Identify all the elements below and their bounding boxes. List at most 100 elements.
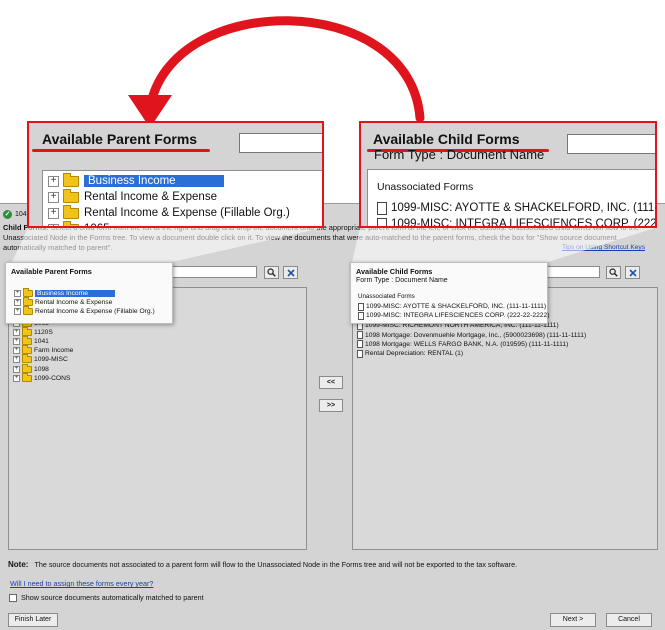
- folder-icon: [22, 336, 32, 346]
- next-button[interactable]: Next >: [550, 613, 596, 627]
- tree-item-label: Farm Income: [34, 347, 74, 355]
- tree-item[interactable]: + Rental Income & Expense: [14, 297, 155, 307]
- mini-child-title: Available Child Forms: [356, 267, 433, 276]
- expand-icon[interactable]: +: [13, 374, 20, 382]
- child-mini-callout: Available Child Forms Form Type : Docume…: [350, 262, 549, 324]
- child-forms-callout: Available Child Forms Form Type : Docume…: [359, 121, 657, 228]
- cancel-button[interactable]: Cancel: [606, 613, 652, 627]
- document-icon: [377, 201, 387, 215]
- tree-item-label: Rental Income & Expense (Fillable Org.): [35, 308, 155, 316]
- child-clear-button[interactable]: [625, 266, 640, 279]
- tree-item[interactable]: +1120S: [13, 326, 306, 337]
- expand-icon[interactable]: +: [13, 338, 20, 346]
- tree-item-label: 1099-MISC: [34, 356, 68, 364]
- show-matched-option[interactable]: Show source documents automatically matc…: [9, 593, 204, 602]
- tree-item-label: 1120S: [34, 328, 53, 336]
- callout-parent-title: Available Parent Forms: [42, 131, 198, 147]
- tree-item[interactable]: +1099-CONS: [13, 372, 306, 383]
- mini-group-label: Unassociated Forms: [358, 293, 415, 300]
- move-right-button[interactable]: >>: [319, 399, 343, 412]
- expand-icon[interactable]: +: [14, 299, 21, 307]
- folder-icon: [22, 354, 32, 364]
- parent-forms-callout: Available Parent Forms + Business Income …: [27, 121, 324, 228]
- tree-item-label: Rental Income & Expense: [84, 191, 217, 203]
- expand-icon[interactable]: +: [13, 365, 20, 373]
- search-icon: [609, 268, 618, 277]
- tree-item[interactable]: + Rental Income & Expense: [48, 188, 322, 205]
- folder-icon: [63, 204, 79, 219]
- folder-icon: [22, 326, 32, 336]
- folder-icon: [63, 220, 79, 226]
- list-item[interactable]: Rental Depreciation: RENTAL (1): [357, 349, 657, 358]
- clear-icon: [628, 268, 637, 277]
- list-item-label: 1098 Mortgage: WELLS FARGO BANK, N.A. (0…: [365, 340, 569, 348]
- callout-child-subtitle: Form Type : Document Name: [374, 147, 545, 162]
- callout-child-list: Unassociated Forms 1099-MISC: AYOTTE & S…: [367, 169, 657, 228]
- check-icon: ✓: [3, 209, 12, 219]
- mini-parent-title: Available Parent Forms: [11, 267, 92, 276]
- assign-every-year-link[interactable]: Will I need to assign these forms every …: [10, 579, 153, 588]
- expand-icon[interactable]: +: [48, 207, 59, 219]
- list-item-label: 1099-MISC: INTEGRA LIFESCIENCES CORP. (2…: [391, 218, 657, 228]
- expand-icon[interactable]: +: [13, 356, 20, 364]
- tree-item-label: 1065: [84, 223, 110, 226]
- parent-forms-tree[interactable]: + Business Income + Rental Income & Expens…: [8, 287, 307, 550]
- callout-child-search: [567, 134, 655, 154]
- parent-search-button[interactable]: [264, 266, 279, 279]
- expand-icon[interactable]: +: [14, 290, 21, 298]
- folder-icon: [22, 363, 32, 373]
- tree-item[interactable]: +1099-MISC: [13, 354, 306, 364]
- document-icon: [357, 349, 363, 358]
- expand-icon[interactable]: +: [13, 347, 20, 355]
- expand-icon[interactable]: +: [48, 223, 59, 226]
- expand-icon[interactable]: +: [13, 328, 20, 336]
- list-item[interactable]: 1099-MISC: INTEGRA LIFESCIENCES CORP. (2…: [377, 216, 657, 228]
- document-icon: [377, 217, 387, 226]
- folder-icon: [22, 345, 32, 355]
- folder-icon: [63, 188, 79, 203]
- tree-item[interactable]: + Rental Income & Expense (Fillable Org.): [14, 306, 155, 316]
- child-search-button[interactable]: [606, 266, 621, 279]
- tree-item[interactable]: + Business Income: [48, 172, 322, 189]
- expand-icon[interactable]: +: [48, 175, 59, 187]
- tree-item-label: Rental Income & Expense (Fillable Org.): [84, 207, 290, 219]
- folder-icon: [23, 288, 33, 298]
- highlight-underline: [32, 149, 210, 152]
- list-item[interactable]: 1098 Mortgage: WELLS FARGO BANK, N.A. (0…: [357, 340, 657, 349]
- curved-arrow-icon: [145, 16, 425, 123]
- list-item[interactable]: 1099-MISC: INTEGRA LIFESCIENCES CORP. (2…: [358, 311, 549, 320]
- document-icon: [357, 340, 363, 349]
- child-forms-list[interactable]: Unassociated Forms 1099-MISC: AYOTTE & S…: [352, 287, 658, 550]
- move-left-button[interactable]: <<: [319, 376, 343, 389]
- list-item[interactable]: 1099-MISC: AYOTTE & SHACKELFORD, INC. (1…: [377, 200, 655, 216]
- expand-icon[interactable]: +: [14, 308, 21, 316]
- tree-item[interactable]: +1041: [13, 336, 306, 346]
- tree-item[interactable]: + Farm Income: [13, 345, 306, 355]
- parent-clear-button[interactable]: [283, 266, 298, 279]
- show-matched-checkbox[interactable]: [9, 593, 17, 602]
- parent-mini-callout: Available Parent Forms + Business Income …: [5, 262, 173, 324]
- tree-item[interactable]: + Business Income: [14, 288, 155, 298]
- list-item-label: 1098 Mortgage: Dovenmuehle Mortgage, Inc…: [365, 331, 587, 339]
- tree-item[interactable]: +1098: [13, 363, 306, 374]
- tree-item[interactable]: + Rental Income & Expense (Fillable Org.): [48, 204, 322, 221]
- list-item-label: 1099-MISC: INTEGRA LIFESCIENCES CORP. (2…: [366, 312, 550, 320]
- tree-item-label: Business Income: [35, 290, 115, 298]
- tree-item-label: 1098: [34, 365, 49, 373]
- callout-child-title: Available Child Forms: [373, 131, 520, 147]
- list-item[interactable]: 1098 Mortgage: Dovenmuehle Mortgage, Inc…: [357, 331, 657, 340]
- tree-item[interactable]: +1065: [48, 220, 322, 226]
- folder-icon: [23, 306, 33, 316]
- callout-parent-tree: + Business Income + Rental Income & Expens…: [42, 170, 322, 226]
- list-item[interactable]: 1099-MISC: AYOTTE & SHACKELFORD, INC. (1…: [358, 302, 549, 311]
- expand-icon[interactable]: +: [48, 191, 59, 203]
- tips-shortcut-link[interactable]: Tips on Using Shortcut Keys: [562, 244, 645, 251]
- tree-item-label: 1041: [34, 338, 49, 346]
- document-icon: [357, 331, 363, 340]
- finish-later-button[interactable]: Finish Later: [8, 613, 58, 627]
- list-item-label: Rental Depreciation: RENTAL (1): [365, 350, 464, 358]
- unassociated-group-label: Unassociated Forms: [377, 181, 474, 193]
- callout-parent-search: [239, 133, 322, 153]
- footer-note: Note: The source documents not associated…: [8, 560, 518, 569]
- mini-parent-list: + Business Income + Rental Income & Expens…: [14, 288, 155, 317]
